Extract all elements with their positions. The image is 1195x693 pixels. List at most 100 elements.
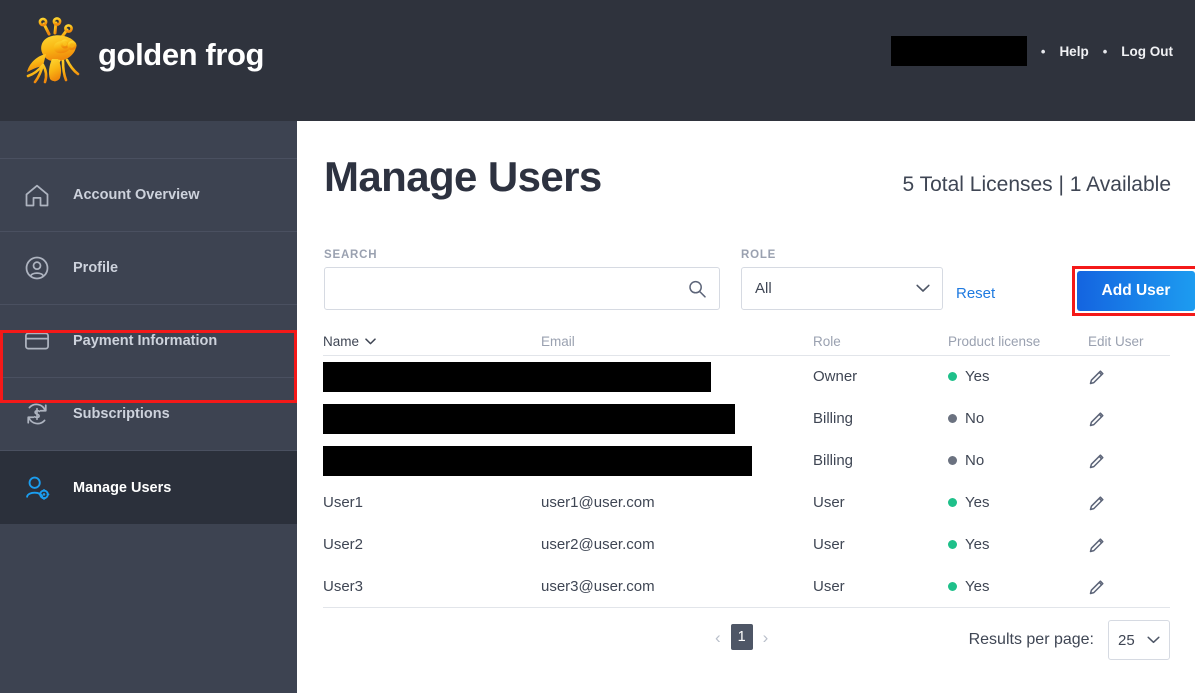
cell-email: user2@user.com (541, 536, 813, 553)
pencil-icon[interactable] (1088, 494, 1106, 512)
sidebar-item-payment-information[interactable]: Payment Information (0, 305, 297, 378)
results-per-page-value: 25 (1118, 632, 1135, 649)
cell-name: User2 (323, 536, 541, 553)
license-status-label: Yes (965, 578, 989, 595)
results-per-page-select[interactable]: 25 (1108, 620, 1170, 660)
license-status-label: No (965, 410, 984, 427)
page-controls: ‹ 1 › (715, 624, 768, 650)
main-content: Manage Users 5 Total Licenses | 1 Availa… (297, 121, 1195, 693)
search-box[interactable] (324, 267, 720, 310)
redacted-user-identity (323, 362, 711, 392)
table-body: OwnerYesBillingNoBillingNoUser1user1@use… (323, 356, 1170, 608)
filters-row: SEARCH ROLE All Reset Add User (324, 249, 1171, 309)
cell-product-license: No (948, 410, 1088, 427)
brand-name: golden frog (98, 37, 264, 73)
cell-role: User (813, 494, 948, 511)
table-row: User2user2@user.comUser Yes (323, 524, 1170, 566)
license-status-dot-icon (948, 498, 957, 507)
reset-link[interactable]: Reset (956, 285, 995, 302)
table-row: User3user3@user.comUser Yes (323, 566, 1170, 608)
license-status-label: Yes (965, 494, 989, 511)
cell-role: Billing (813, 410, 948, 427)
logout-link[interactable]: Log Out (1121, 44, 1173, 59)
search-icon[interactable] (687, 279, 707, 299)
sidebar-item-label: Account Overview (73, 187, 200, 203)
role-field-group: ROLE All (741, 249, 943, 310)
pencil-icon[interactable] (1088, 536, 1106, 554)
header-separator-1: • (1041, 45, 1046, 58)
add-user-button[interactable]: Add User (1077, 271, 1195, 311)
cell-email: user1@user.com (541, 494, 813, 511)
users-table: Name Email Role Product license Edit Use… (323, 327, 1170, 608)
results-per-page-label: Results per page: (969, 631, 1094, 649)
cell-edit-user (1088, 578, 1170, 596)
sidebar-item-subscriptions[interactable]: Subscriptions (0, 378, 297, 451)
pencil-icon[interactable] (1088, 368, 1106, 386)
cell-role: Owner (813, 368, 948, 385)
sidebar: Account Overview Profile Payment Informa… (0, 121, 297, 693)
page-number-button[interactable]: 1 (731, 624, 753, 650)
sidebar-item-manage-users[interactable]: Manage Users (0, 451, 297, 524)
column-header-name[interactable]: Name (323, 334, 541, 349)
user-gear-icon (23, 474, 51, 502)
cell-edit-user (1088, 536, 1170, 554)
chevron-right-icon[interactable]: › (763, 629, 769, 646)
sidebar-item-account-overview[interactable]: Account Overview (0, 159, 297, 232)
recurring-dollar-icon (23, 400, 51, 428)
role-select[interactable]: All (741, 267, 943, 310)
table-row: Owner Yes (323, 356, 1170, 398)
cell-product-license: Yes (948, 494, 1088, 511)
license-status-label: Yes (965, 536, 989, 553)
cell-product-license: Yes (948, 368, 1088, 385)
top-header: golden frog • Help • Log Out (0, 0, 1195, 121)
sidebar-item-label: Profile (73, 260, 118, 276)
column-header-edit-user: Edit User (1088, 334, 1170, 349)
sidebar-item-label: Manage Users (73, 480, 171, 496)
pagination: ‹ 1 › Results per page: 25 (323, 624, 1170, 664)
column-header-role: Role (813, 334, 948, 349)
license-status-dot-icon (948, 540, 957, 549)
cell-product-license: Yes (948, 536, 1088, 553)
cell-edit-user (1088, 494, 1170, 512)
pencil-icon[interactable] (1088, 578, 1106, 596)
cell-edit-user (1088, 368, 1170, 386)
help-link[interactable]: Help (1059, 44, 1088, 59)
cell-edit-user (1088, 410, 1170, 428)
role-select-value: All (755, 280, 772, 297)
license-status-label: Yes (965, 368, 989, 385)
pencil-icon[interactable] (1088, 452, 1106, 470)
page-title: Manage Users (324, 153, 602, 201)
credit-card-icon (23, 327, 51, 355)
chevron-left-icon[interactable]: ‹ (715, 629, 721, 646)
cell-edit-user (1088, 452, 1170, 470)
table-header-row: Name Email Role Product license Edit Use… (323, 327, 1170, 356)
redacted-user-identity (323, 446, 752, 476)
chevron-down-icon (1147, 636, 1160, 644)
page-header: Manage Users 5 Total Licenses | 1 Availa… (324, 153, 1171, 201)
cell-role: User (813, 578, 948, 595)
chevron-down-icon (365, 338, 376, 345)
sidebar-top-spacer (0, 121, 297, 159)
chevron-down-icon (916, 284, 930, 293)
pencil-icon[interactable] (1088, 410, 1106, 428)
table-row: User1user1@user.comUserYes (323, 482, 1170, 524)
cell-role: User (813, 536, 948, 553)
header-right: • Help • Log Out (891, 36, 1173, 66)
cell-name: User3 (323, 578, 541, 595)
results-per-page-group: Results per page: 25 (969, 620, 1170, 660)
cell-email: user3@user.com (541, 578, 813, 595)
sidebar-item-profile[interactable]: Profile (0, 232, 297, 305)
table-row: Billing No (323, 398, 1170, 440)
brand[interactable]: golden frog (22, 16, 264, 94)
table-row: BillingNo (323, 440, 1170, 482)
golden-frog-logo (22, 16, 84, 94)
search-label: SEARCH (324, 249, 720, 261)
role-label: ROLE (741, 249, 943, 261)
license-status-dot-icon (948, 414, 957, 423)
sidebar-item-label: Payment Information (73, 333, 217, 349)
search-input[interactable] (335, 268, 679, 311)
column-header-product-license: Product license (948, 334, 1088, 349)
column-header-name-label: Name (323, 334, 359, 349)
cell-product-license: Yes (948, 578, 1088, 595)
license-status-dot-icon (948, 372, 957, 381)
